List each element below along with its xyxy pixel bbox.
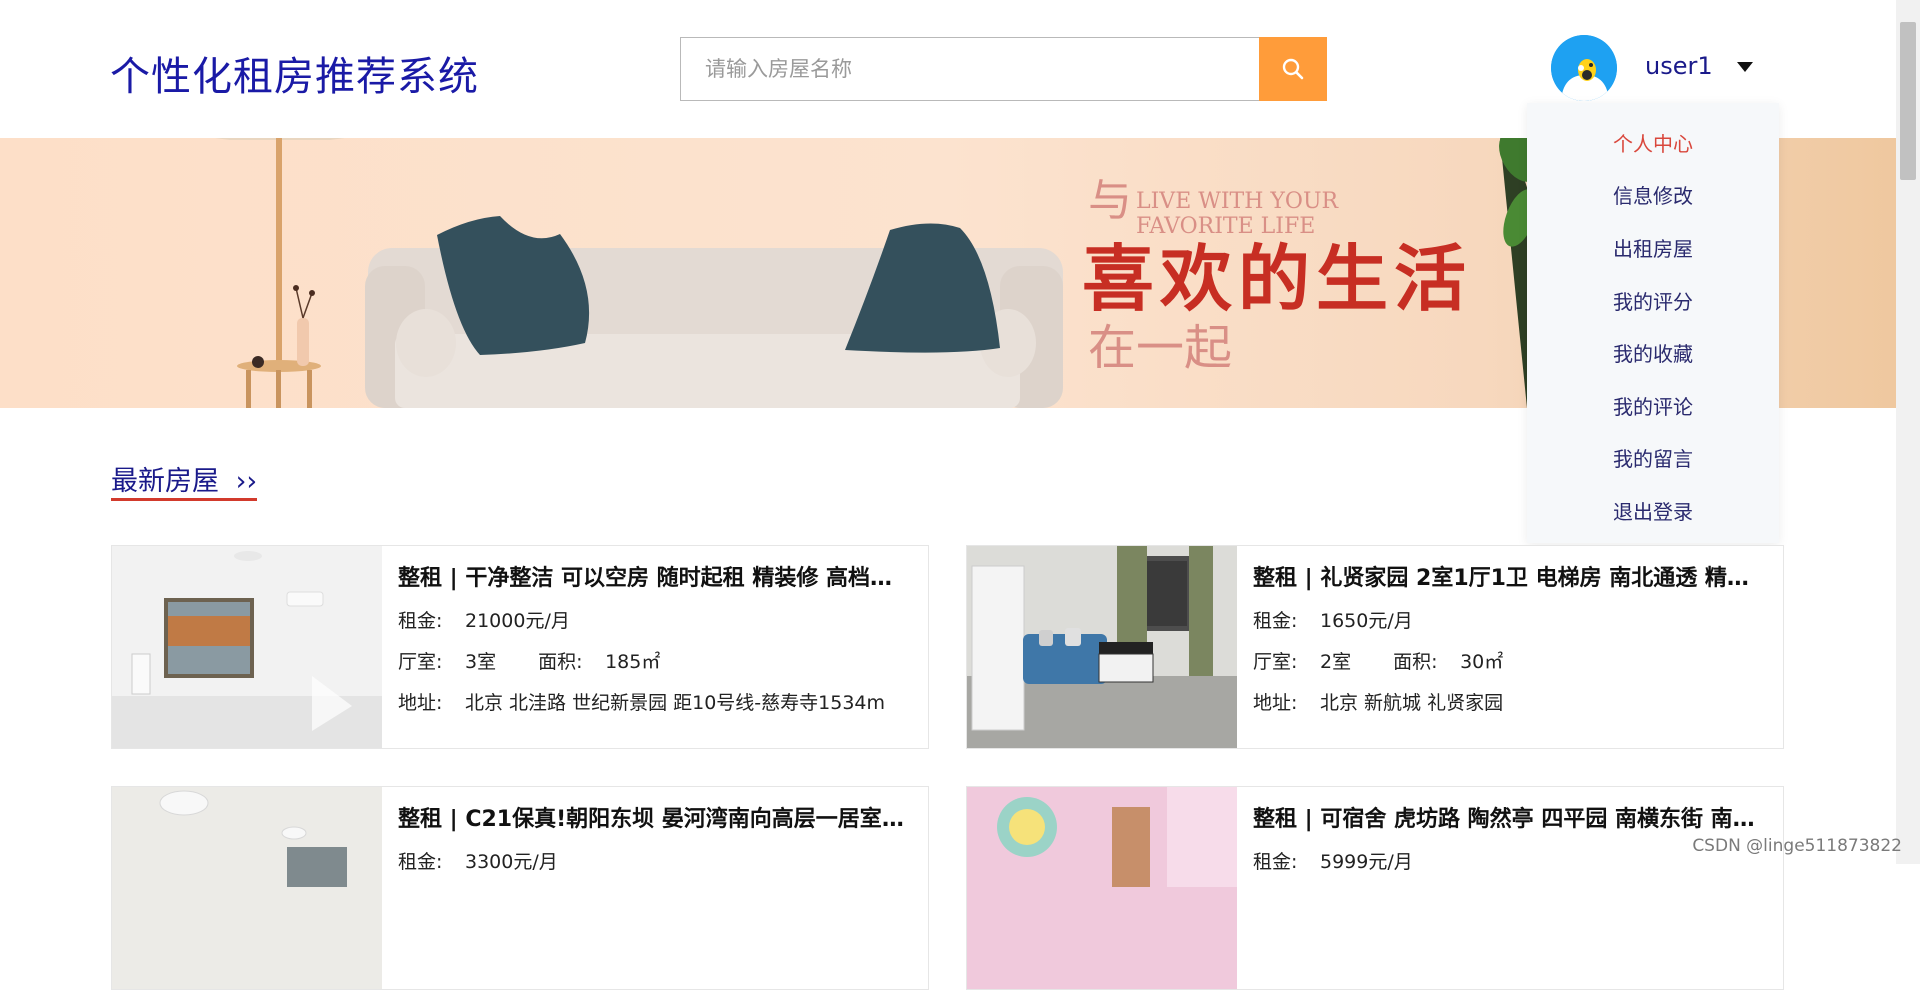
page-scrollbar[interactable] xyxy=(1896,0,1920,864)
rent-label: 租金: xyxy=(1253,851,1298,873)
search-icon xyxy=(1282,58,1304,80)
area-label: 面积: xyxy=(1393,651,1438,673)
section-underline xyxy=(111,498,257,501)
rent-label: 租金: xyxy=(398,851,443,873)
scrollbar-thumb[interactable] xyxy=(1900,22,1916,180)
rent-label: 租金: xyxy=(398,610,443,632)
page: 个性化租房推荐系统 user1 xyxy=(0,0,1920,990)
rent-row: 租金: 21000元/月 xyxy=(398,606,570,633)
rooms-area-row: 厅室: 3室 面积: 185㎡ xyxy=(398,647,660,674)
rooms-value: 3室 xyxy=(465,651,497,673)
house-card[interactable]: 整租 | 礼贤家园 2室1厅1卫 电梯房 南北通透 精装修 租金: 1650元/月… xyxy=(966,545,1784,749)
rooms-value: 2室 xyxy=(1320,651,1352,673)
house-title[interactable]: 整租 | 干净整洁 可以空房 随时起租 精装修 高档小... xyxy=(398,560,908,592)
house-title[interactable]: 整租 | C21保真!朝阳东坝 晏河湾南向高层一居室 可... xyxy=(398,801,908,833)
section-title-latest[interactable]: 最新房屋 ›› xyxy=(111,459,257,498)
address-label: 地址: xyxy=(1253,692,1298,714)
avatar[interactable] xyxy=(1551,35,1617,101)
lamp-icon xyxy=(215,138,345,408)
svg-text:LIVE WITH YOUR: LIVE WITH YOUR xyxy=(1136,189,1339,214)
menu-item-my-ratings[interactable]: 我的评分 xyxy=(1527,286,1779,315)
rent-label: 租金: xyxy=(1253,610,1298,632)
house-card[interactable]: 整租 | C21保真!朝阳东坝 晏河湾南向高层一居室 可... 租金: 3300元… xyxy=(111,786,929,990)
area-value: 30㎡ xyxy=(1460,651,1504,673)
search-input[interactable] xyxy=(681,38,1258,100)
rent-value: 21000元/月 xyxy=(465,610,570,632)
menu-item-rent-out[interactable]: 出租房屋 xyxy=(1527,233,1779,262)
sofa-icon xyxy=(365,216,1063,408)
banner-tagline: 与 LIVE WITH YOUR FAVORITE LIFE 喜欢的生活 在一起 xyxy=(1082,175,1472,376)
house-card[interactable]: 整租 | 干净整洁 可以空房 随时起租 精装修 高档小... 租金: 21000元… xyxy=(111,545,929,749)
menu-item-personal-center[interactable]: 个人中心 xyxy=(1527,128,1779,157)
search-box xyxy=(680,37,1327,101)
svg-text:喜欢的生活: 喜欢的生活 xyxy=(1082,236,1472,321)
user-dropdown-menu: 个人中心 信息修改 出租房屋 我的评分 我的收藏 我的评论 我的留言 退出登录 xyxy=(1527,103,1779,543)
rent-row: 租金: 1650元/月 xyxy=(1253,606,1413,633)
menu-item-my-messages[interactable]: 我的留言 xyxy=(1527,443,1779,472)
avatar-icon xyxy=(1551,35,1617,101)
chevron-down-icon[interactable] xyxy=(1737,62,1753,72)
house-title[interactable]: 整租 | 礼贤家园 2室1厅1卫 电梯房 南北通透 精装修 xyxy=(1253,560,1763,592)
rent-value: 1650元/月 xyxy=(1320,610,1413,632)
watermark: CSDN @linge511873822 xyxy=(1692,836,1902,856)
username[interactable]: user1 xyxy=(1645,52,1713,80)
rent-value: 5999元/月 xyxy=(1320,851,1413,873)
rent-row: 租金: 5999元/月 xyxy=(1253,847,1413,874)
site-logo[interactable]: 个性化租房推荐系统 xyxy=(110,44,479,102)
address-label: 地址: xyxy=(398,692,443,714)
address-value: 北京 北洼路 世纪新景园 距10号线-慈寿寺1534m xyxy=(465,692,886,714)
rent-row: 租金: 3300元/月 xyxy=(398,847,558,874)
house-card[interactable]: 整租 | 可宿舍 虎坊路 陶然亭 四平园 南横东街 南北... 租金: 5999元… xyxy=(966,786,1784,990)
house-photo[interactable] xyxy=(967,787,1237,989)
menu-item-my-favorites[interactable]: 我的收藏 xyxy=(1527,338,1779,367)
menu-item-edit-info[interactable]: 信息修改 xyxy=(1527,180,1779,209)
section-title-text: 最新房屋 xyxy=(111,466,219,497)
house-photo[interactable] xyxy=(112,546,382,748)
area-value: 185㎡ xyxy=(605,651,661,673)
svg-text:与: 与 xyxy=(1088,175,1132,226)
menu-item-logout[interactable]: 退出登录 xyxy=(1527,496,1779,525)
house-photo[interactable] xyxy=(112,787,382,989)
more-arrows-icon: ›› xyxy=(235,466,258,497)
rent-value: 3300元/月 xyxy=(465,851,558,873)
address-value: 北京 新航城 礼贤家园 xyxy=(1320,692,1504,714)
address-row: 地址: 北京 北洼路 世纪新景园 距10号线-慈寿寺1534m xyxy=(398,688,885,715)
search-button[interactable] xyxy=(1259,37,1327,101)
rooms-label: 厅室: xyxy=(398,651,443,673)
address-row: 地址: 北京 新航城 礼贤家园 xyxy=(1253,688,1503,715)
rooms-area-row: 厅室: 2室 面积: 30㎡ xyxy=(1253,647,1503,674)
menu-item-my-comments[interactable]: 我的评论 xyxy=(1527,391,1779,420)
house-photo[interactable] xyxy=(967,546,1237,748)
svg-text:在一起: 在一起 xyxy=(1088,320,1232,376)
rooms-label: 厅室: xyxy=(1253,651,1298,673)
area-label: 面积: xyxy=(538,651,583,673)
house-title[interactable]: 整租 | 可宿舍 虎坊路 陶然亭 四平园 南横东街 南北... xyxy=(1253,801,1763,833)
